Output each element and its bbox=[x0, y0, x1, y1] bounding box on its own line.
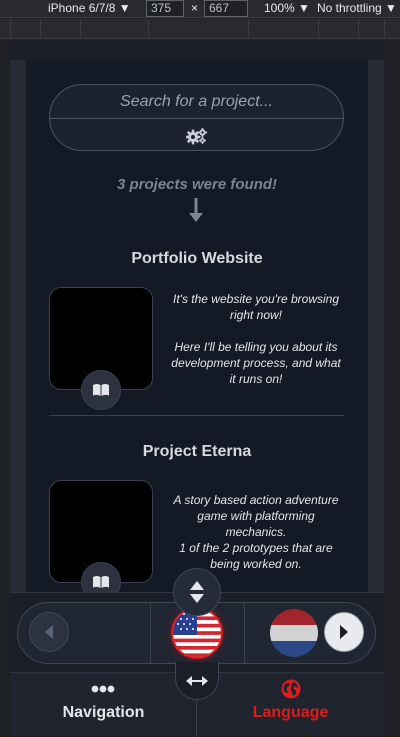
device-select[interactable]: iPhone 6/7/8 ▼ bbox=[48, 0, 131, 18]
more-dots-icon bbox=[91, 685, 115, 693]
read-more-button[interactable] bbox=[81, 370, 121, 410]
carousel-prev-button[interactable] bbox=[29, 612, 69, 652]
project-divider bbox=[49, 415, 344, 416]
expand-collapse-button[interactable] bbox=[173, 568, 221, 616]
page-gutter-right bbox=[368, 60, 384, 600]
devtools-device-toolbar: iPhone 6/7/8 ▼ 375 × 667 100% ▼ No throt… bbox=[0, 0, 400, 18]
gears-icon bbox=[185, 127, 207, 145]
arrow-down-icon bbox=[189, 198, 203, 222]
project-title: Portfolio Website bbox=[131, 250, 263, 267]
zoom-select[interactable]: 100% ▼ bbox=[264, 0, 310, 18]
project-search: Search for a project... bbox=[49, 84, 344, 151]
chevron-left-icon bbox=[45, 625, 53, 639]
project-title: Project Eterna bbox=[142, 443, 252, 460]
search-input[interactable]: Search for a project... bbox=[50, 85, 343, 119]
book-open-icon bbox=[93, 576, 109, 588]
media-query-ruler bbox=[0, 19, 400, 39]
book-open-icon bbox=[93, 384, 109, 396]
nav-label-language: Language bbox=[252, 704, 329, 721]
nl-flag-icon bbox=[270, 609, 318, 657]
chevron-right-icon bbox=[340, 625, 348, 639]
throttle-select[interactable]: No throttling ▼ bbox=[317, 0, 397, 18]
dimension-separator: × bbox=[191, 1, 199, 15]
results-count: 3 projects were found! bbox=[116, 176, 278, 193]
arrows-horizontal-icon bbox=[186, 675, 208, 686]
project-description: A story based action adventure game with… bbox=[173, 493, 339, 571]
project-description: It's the website you're browsing right n… bbox=[171, 292, 341, 386]
flag-united-states[interactable] bbox=[173, 609, 221, 657]
us-flag-icon bbox=[173, 609, 221, 657]
nav-label-navigation: Navigation bbox=[62, 704, 145, 721]
flag-netherlands[interactable] bbox=[270, 609, 318, 657]
nav-item-navigation[interactable]: Navigation bbox=[10, 673, 197, 737]
nav-item-language[interactable]: Language bbox=[197, 673, 384, 737]
search-filter-button[interactable] bbox=[50, 120, 343, 150]
globe-icon bbox=[281, 679, 301, 699]
viewport-width-input[interactable]: 375 bbox=[146, 0, 184, 17]
sort-vertical-icon bbox=[190, 581, 204, 603]
carousel-next-button[interactable] bbox=[324, 612, 364, 652]
viewport-height-input[interactable]: 667 bbox=[204, 0, 248, 17]
page-gutter-left bbox=[10, 60, 26, 600]
